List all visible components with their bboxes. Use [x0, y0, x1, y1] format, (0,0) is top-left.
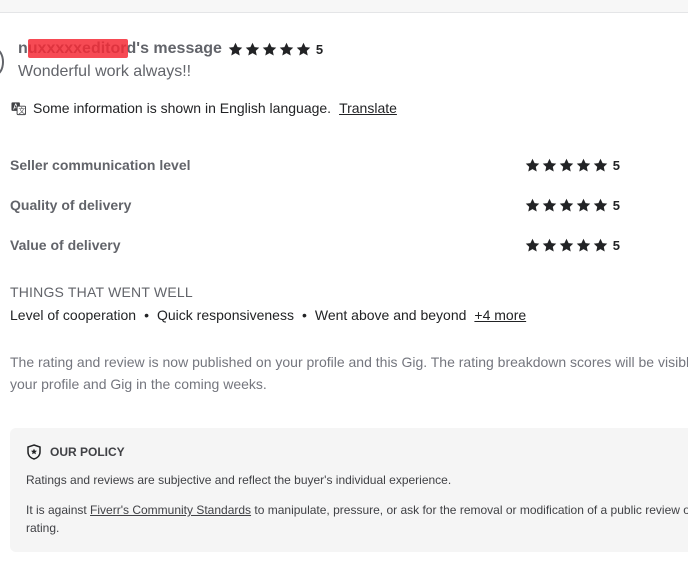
star-icon: [576, 238, 591, 251]
star-icon: [576, 158, 591, 171]
shield-icon: [27, 444, 41, 460]
star-icon: [228, 42, 243, 55]
bullet-separator: •: [144, 307, 149, 323]
star-icon: [542, 158, 557, 171]
message-author-suffix: 's message: [136, 40, 222, 57]
publish-note: The rating and review is now published o…: [10, 354, 688, 392]
top-bar: [0, 0, 688, 13]
policy-text-prefix: It is against: [26, 503, 91, 517]
star-icon: [525, 198, 540, 211]
star-icon: [262, 42, 277, 55]
message-author: nuxxxxxeditord's message: [18, 39, 222, 58]
language-notice: A 文 Some information is shown in English…: [11, 100, 397, 116]
star-icon: [559, 238, 574, 251]
breakdown-label: Value of delivery: [10, 237, 121, 253]
breakdown-stars: [525, 238, 608, 253]
breakdown-rating: 5: [612, 197, 620, 213]
message-body: Wonderful work always!!: [18, 63, 192, 80]
breakdown-rating: 5: [612, 237, 620, 253]
message-header: nuxxxxxeditord's message 5: [18, 39, 323, 59]
star-icon: [542, 198, 557, 211]
star-icon: [542, 238, 557, 251]
language-notice-text: Some information is shown in English lan…: [33, 100, 332, 116]
breakdown-rating: 5: [612, 157, 620, 173]
translate-link[interactable]: Translate: [339, 100, 397, 116]
went-well-item: Went above and beyond: [314, 307, 467, 323]
more-items-link[interactable]: +4 more: [474, 307, 526, 323]
community-standards-link[interactable]: Fiverr's Community Standards: [90, 503, 251, 517]
star-icon: [593, 238, 608, 251]
star-icon: [593, 198, 608, 211]
message-rating: 5: [315, 41, 324, 57]
breakdown-row-value: Value of delivery 5: [10, 236, 620, 254]
went-well-list: Level of cooperation • Quick responsiven…: [10, 307, 526, 323]
policy-text-2: It is against Fiverr's Community Standar…: [26, 501, 688, 537]
star-icon: [245, 42, 260, 55]
breakdown-stars: [525, 198, 608, 213]
star-icon: [576, 198, 591, 211]
star-icon: [559, 158, 574, 171]
redaction-mark: [28, 39, 128, 58]
policy-box: OUR POLICY Ratings and reviews are subje…: [10, 428, 688, 552]
message-stars: [228, 42, 311, 57]
policy-text-1: Ratings and reviews are subjective and r…: [26, 473, 452, 487]
policy-header: OUR POLICY: [26, 444, 125, 460]
star-icon: [525, 238, 540, 251]
went-well-item: Level of cooperation: [10, 307, 137, 323]
went-well-title: THINGS THAT WENT WELL: [10, 284, 193, 300]
star-icon: [525, 158, 540, 171]
bullet-separator: •: [301, 307, 307, 323]
star-icon: [559, 198, 574, 211]
breakdown-row-communication: Seller communication level 5: [10, 156, 620, 174]
star-icon: [593, 158, 608, 171]
svg-text:文: 文: [19, 106, 26, 115]
breakdown-stars: [525, 158, 608, 173]
translate-icon: A 文: [11, 101, 26, 115]
policy-title: OUR POLICY: [50, 445, 125, 459]
avatar[interactable]: [0, 48, 4, 76]
breakdown-row-quality: Quality of delivery 5: [10, 196, 620, 214]
went-well-item: Quick responsiveness: [157, 307, 294, 323]
breakdown-label: Seller communication level: [10, 157, 191, 173]
star-icon: [279, 42, 294, 55]
breakdown-label: Quality of delivery: [10, 197, 132, 213]
star-icon: [296, 42, 311, 55]
